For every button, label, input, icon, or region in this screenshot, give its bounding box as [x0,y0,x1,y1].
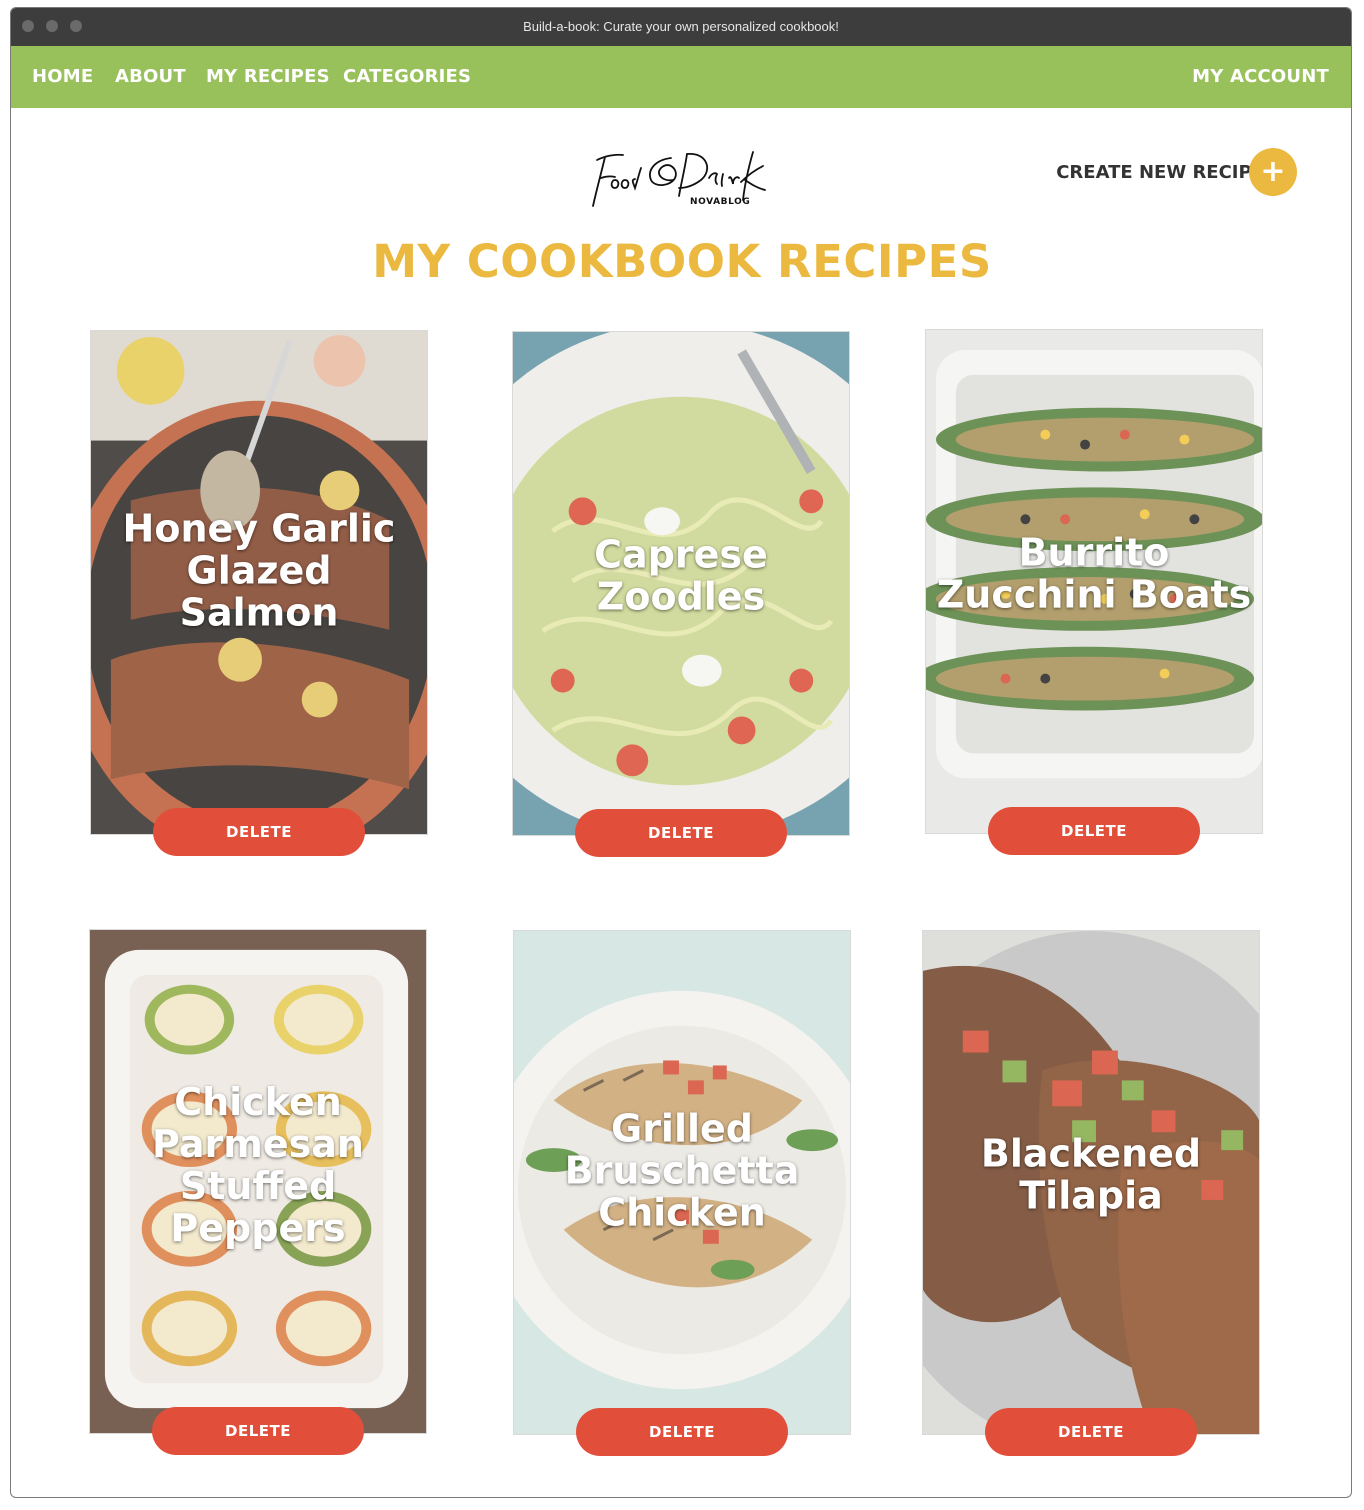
recipe-card[interactable]: Honey Garlic Glazed Salmon DELETE [90,330,428,856]
recipe-card[interactable]: Burrito Zucchini Boats DELETE [925,329,1263,855]
logo-subtitle: NOVABLOG [690,197,751,207]
recipe-card[interactable]: Chicken Parmesan Stuffed Peppers DELETE [89,929,427,1455]
nav-about[interactable]: ABOUT [115,66,186,87]
title-bar: Build-a-book: Curate your own personaliz… [11,8,1351,46]
plus-icon: + [1260,154,1286,189]
recipe-title: Honey Garlic Glazed Salmon [122,505,396,634]
delete-button[interactable]: DELETE [988,807,1200,855]
delete-button[interactable]: DELETE [576,1408,788,1456]
recipe-title: Grilled Bruschetta Chicken [564,1105,800,1234]
recipe-title: Blackened Tilapia [980,1131,1202,1218]
recipe-card[interactable]: Grilled Bruschetta Chicken DELETE [513,930,851,1456]
create-new-recipe-button[interactable]: + [1249,148,1297,196]
create-new-recipe-label[interactable]: CREATE NEW RECIPE [1056,162,1264,183]
nav-categories[interactable]: CATEGORIES [343,66,471,87]
page-title: MY COOKBOOK RECIPES [372,235,992,288]
main-nav: HOME ABOUT MY RECIPES CATEGORIES MY ACCO… [11,46,1351,108]
nav-home[interactable]: HOME [32,66,93,87]
recipe-card[interactable]: Blackened Tilapia DELETE [922,930,1260,1456]
delete-button[interactable]: DELETE [152,1407,364,1455]
recipe-card[interactable]: Caprese Zoodles DELETE [512,331,850,857]
window-title: Build-a-book: Curate your own personaliz… [523,19,839,34]
delete-button[interactable]: DELETE [153,808,365,856]
recipe-title: Chicken Parmesan Stuffed Peppers [152,1079,364,1250]
delete-button[interactable]: DELETE [575,809,787,857]
nav-my-recipes[interactable]: MY RECIPES [206,66,330,87]
delete-button[interactable]: DELETE [985,1408,1197,1456]
recipe-title: Caprese Zoodles [594,532,768,619]
recipe-title: Burrito Zucchini Boats [936,530,1252,617]
nav-my-account[interactable]: MY ACCOUNT [1192,66,1329,87]
